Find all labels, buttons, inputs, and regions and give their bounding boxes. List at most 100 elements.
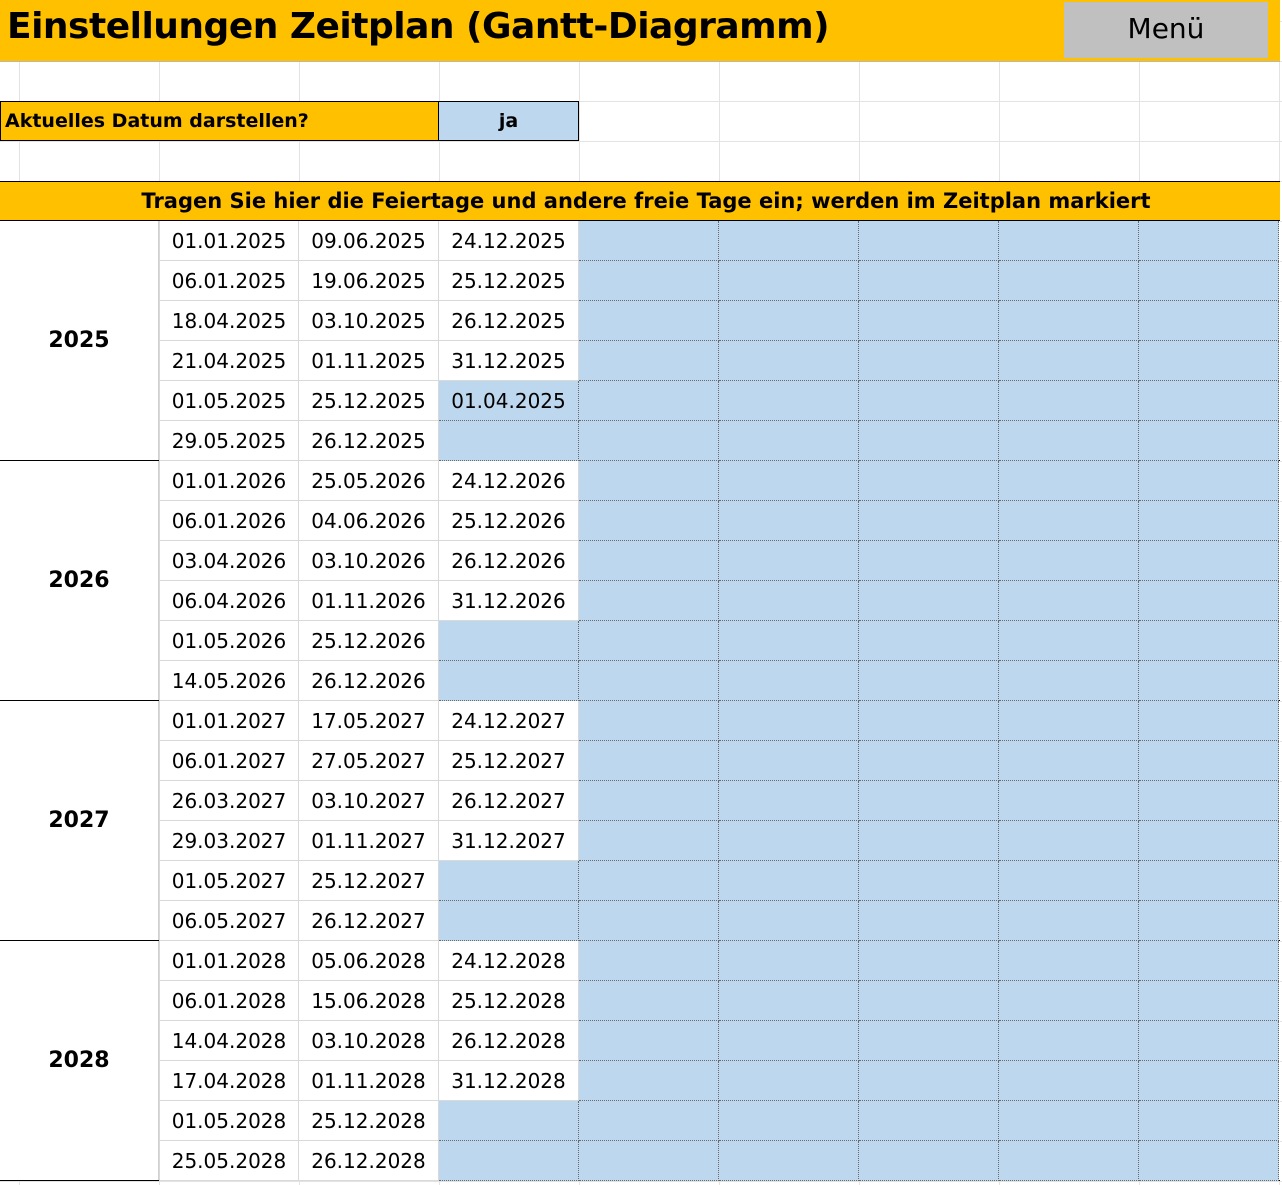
- holiday-date-cell[interactable]: 01.11.2025: [299, 341, 439, 381]
- holiday-date-cell[interactable]: 01.05.2026: [159, 621, 299, 661]
- holiday-date-cell[interactable]: 01.05.2027: [159, 861, 299, 901]
- holiday-date-cell[interactable]: 26.12.2025: [299, 421, 439, 461]
- holiday-date-cell[interactable]: 06.01.2026: [159, 501, 299, 541]
- holiday-date-cell[interactable]: [579, 341, 719, 381]
- holiday-date-cell[interactable]: [579, 221, 719, 261]
- holiday-date-cell[interactable]: [999, 381, 1139, 421]
- holiday-date-cell[interactable]: [1139, 221, 1279, 261]
- holiday-date-cell[interactable]: [579, 701, 719, 741]
- show-current-date-input[interactable]: ja: [439, 101, 579, 141]
- holiday-date-cell[interactable]: [999, 221, 1139, 261]
- holiday-date-cell[interactable]: [579, 981, 719, 1021]
- holiday-date-cell[interactable]: 25.05.2028: [159, 1141, 299, 1181]
- holiday-date-cell[interactable]: [1139, 1061, 1279, 1101]
- holiday-date-cell[interactable]: 19.06.2025: [299, 261, 439, 301]
- holiday-date-cell[interactable]: 29.05.2025: [159, 421, 299, 461]
- holiday-date-cell[interactable]: [439, 1141, 579, 1181]
- holiday-date-cell[interactable]: [999, 741, 1139, 781]
- holiday-date-cell[interactable]: [1139, 581, 1279, 621]
- holiday-date-cell[interactable]: 26.03.2027: [159, 781, 299, 821]
- holiday-date-cell[interactable]: 25.12.2028: [299, 1101, 439, 1141]
- holiday-date-cell[interactable]: [999, 821, 1139, 861]
- holiday-date-cell[interactable]: [859, 901, 999, 941]
- holiday-date-cell[interactable]: [859, 741, 999, 781]
- holiday-date-cell[interactable]: 25.12.2027: [299, 861, 439, 901]
- holiday-date-cell[interactable]: [859, 661, 999, 701]
- holiday-date-cell[interactable]: [1139, 1021, 1279, 1061]
- holiday-date-cell[interactable]: 03.10.2027: [299, 781, 439, 821]
- holiday-date-cell[interactable]: 01.04.2025: [439, 381, 579, 421]
- holiday-date-cell[interactable]: [719, 541, 859, 581]
- holiday-date-cell[interactable]: [439, 901, 579, 941]
- holiday-date-cell[interactable]: [1139, 421, 1279, 461]
- holiday-date-cell[interactable]: [719, 341, 859, 381]
- holiday-date-cell[interactable]: 26.12.2028: [299, 1141, 439, 1181]
- holiday-date-cell[interactable]: [1139, 661, 1279, 701]
- holiday-date-cell[interactable]: 01.11.2026: [299, 581, 439, 621]
- holiday-date-cell[interactable]: [719, 941, 859, 981]
- holiday-date-cell[interactable]: 24.12.2027: [439, 701, 579, 741]
- holiday-date-cell[interactable]: [719, 381, 859, 421]
- holiday-date-cell[interactable]: [999, 1021, 1139, 1061]
- holiday-date-cell[interactable]: [579, 301, 719, 341]
- holiday-date-cell[interactable]: [579, 621, 719, 661]
- menu-button[interactable]: Menü: [1064, 2, 1268, 58]
- holiday-date-cell[interactable]: 31.12.2026: [439, 581, 579, 621]
- holiday-date-cell[interactable]: 03.10.2025: [299, 301, 439, 341]
- holiday-date-cell[interactable]: [1139, 461, 1279, 501]
- holiday-date-cell[interactable]: [999, 421, 1139, 461]
- holiday-date-cell[interactable]: [999, 261, 1139, 301]
- holiday-date-cell[interactable]: [719, 621, 859, 661]
- holiday-date-cell[interactable]: [859, 261, 999, 301]
- holiday-date-cell[interactable]: [859, 501, 999, 541]
- holiday-date-cell[interactable]: 24.12.2028: [439, 941, 579, 981]
- holiday-date-cell[interactable]: 25.12.2025: [299, 381, 439, 421]
- holiday-date-cell[interactable]: [1139, 541, 1279, 581]
- holiday-date-cell[interactable]: 31.12.2027: [439, 821, 579, 861]
- holiday-date-cell[interactable]: [719, 301, 859, 341]
- holiday-date-cell[interactable]: [859, 541, 999, 581]
- holiday-date-cell[interactable]: [999, 301, 1139, 341]
- holiday-date-cell[interactable]: 03.04.2026: [159, 541, 299, 581]
- holiday-date-cell[interactable]: 25.12.2027: [439, 741, 579, 781]
- holiday-date-cell[interactable]: [1139, 941, 1279, 981]
- holiday-date-cell[interactable]: [999, 661, 1139, 701]
- holiday-date-cell[interactable]: 14.05.2026: [159, 661, 299, 701]
- holiday-date-cell[interactable]: [859, 701, 999, 741]
- holiday-date-cell[interactable]: [999, 781, 1139, 821]
- holiday-date-cell[interactable]: [859, 381, 999, 421]
- holiday-date-cell[interactable]: 26.12.2026: [439, 541, 579, 581]
- holiday-date-cell[interactable]: [719, 701, 859, 741]
- holiday-date-cell[interactable]: [579, 461, 719, 501]
- holiday-date-cell[interactable]: 04.06.2026: [299, 501, 439, 541]
- holiday-date-cell[interactable]: [719, 901, 859, 941]
- holiday-date-cell[interactable]: [719, 221, 859, 261]
- holiday-date-cell[interactable]: 25.12.2026: [299, 621, 439, 661]
- holiday-date-cell[interactable]: [719, 741, 859, 781]
- holiday-date-cell[interactable]: 01.01.2025: [159, 221, 299, 261]
- holiday-date-cell[interactable]: 09.06.2025: [299, 221, 439, 261]
- holiday-date-cell[interactable]: [999, 981, 1139, 1021]
- holiday-date-cell[interactable]: [579, 1061, 719, 1101]
- holiday-date-cell[interactable]: 06.05.2027: [159, 901, 299, 941]
- holiday-date-cell[interactable]: [719, 821, 859, 861]
- holiday-date-cell[interactable]: [1139, 821, 1279, 861]
- holiday-date-cell[interactable]: [1139, 501, 1279, 541]
- holiday-date-cell[interactable]: [719, 1101, 859, 1141]
- holiday-date-cell[interactable]: [719, 1021, 859, 1061]
- holiday-date-cell[interactable]: [579, 421, 719, 461]
- holiday-date-cell[interactable]: 26.12.2025: [439, 301, 579, 341]
- holiday-date-cell[interactable]: 26.12.2027: [439, 781, 579, 821]
- holiday-date-cell[interactable]: 18.04.2025: [159, 301, 299, 341]
- holiday-date-cell[interactable]: [999, 901, 1139, 941]
- holiday-date-cell[interactable]: [859, 581, 999, 621]
- holiday-date-cell[interactable]: [999, 1141, 1139, 1181]
- holiday-date-cell[interactable]: [999, 621, 1139, 661]
- holiday-date-cell[interactable]: [579, 1141, 719, 1181]
- holiday-date-cell[interactable]: [579, 661, 719, 701]
- holiday-date-cell[interactable]: [1139, 781, 1279, 821]
- holiday-date-cell[interactable]: [859, 621, 999, 661]
- holiday-date-cell[interactable]: [579, 1021, 719, 1061]
- holiday-date-cell[interactable]: [999, 1101, 1139, 1141]
- holiday-date-cell[interactable]: [439, 421, 579, 461]
